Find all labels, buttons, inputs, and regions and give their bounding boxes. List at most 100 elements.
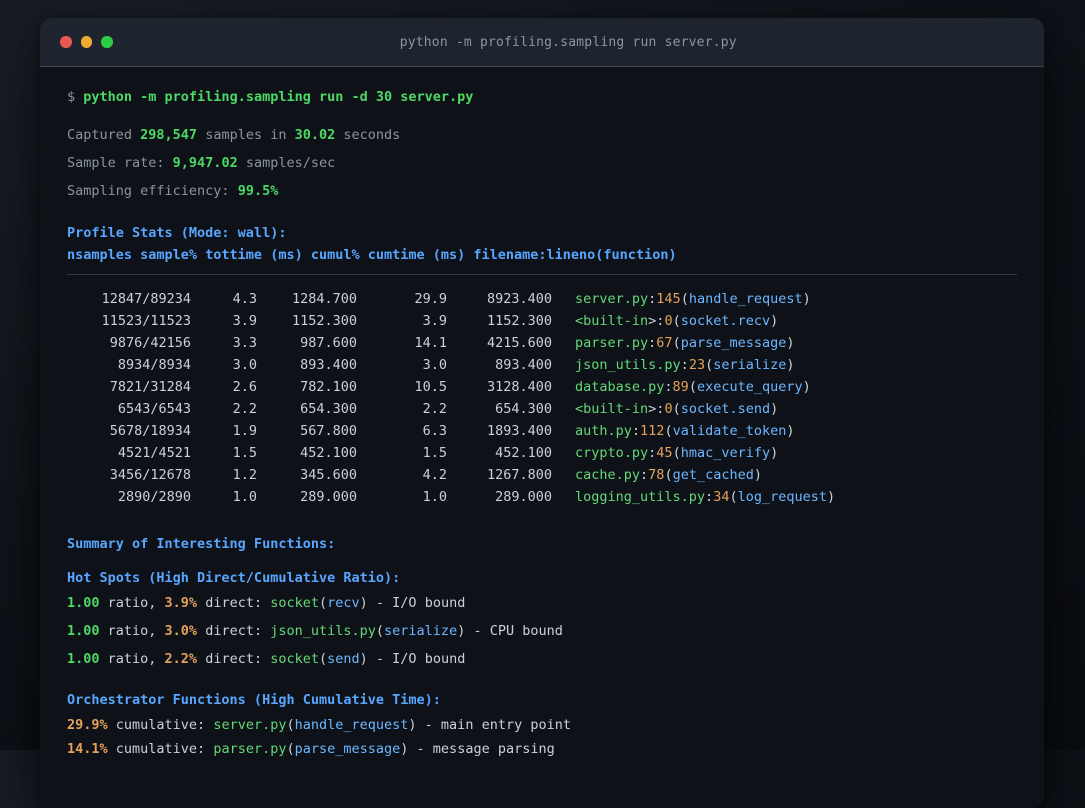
captured-label: Captured: [67, 127, 141, 143]
window-title: python -m profiling.sampling run server.…: [399, 34, 737, 50]
ratio-value: 1.00: [67, 623, 100, 639]
line-number: 34: [713, 489, 730, 505]
line-number: 78: [648, 467, 665, 483]
filename: cache.py: [575, 467, 641, 483]
tottime-cell: 893.400: [300, 357, 357, 373]
nsamples-cell: 6543/6543: [117, 401, 191, 417]
filename: parser.py: [575, 335, 649, 351]
efficiency-value: 99.5%: [237, 183, 279, 199]
cumtime-cell: 452.100: [495, 445, 552, 461]
cumtime-cell: 289.000: [495, 489, 552, 505]
function-name: execute_query: [696, 379, 803, 395]
line-number: 23: [688, 357, 706, 373]
role-note: - message parsing: [408, 741, 555, 757]
bound-note: - I/O bound: [367, 651, 466, 667]
cumul-pct-cell: 29.9: [414, 291, 447, 307]
role-note: - main entry point: [416, 717, 571, 733]
tottime-cell: 782.100: [300, 379, 357, 395]
location-cell: parser.py:67(parse_message): [575, 335, 795, 351]
function-name: serialize: [713, 357, 787, 373]
function-name: recv: [327, 595, 360, 611]
hot-spot-line: 1.00 ratio, 3.9% direct: socket(recv) - …: [67, 595, 466, 611]
sample-pct-cell: 1.2: [232, 467, 257, 483]
profile-row: 8934/8934 3.0 893.400 3.0 893.400 json_utils.…: [67, 354, 1017, 376]
profile-stats-heading: Profile Stats (Mode: wall):: [67, 225, 287, 241]
profile-row: 6543/6543 2.2 654.300 2.2 654.300 <built-in>:…: [67, 398, 1017, 420]
function-name: send: [327, 651, 360, 667]
captured-line: Captured 298,547 samples in 30.02 second…: [67, 124, 1017, 146]
efficiency-line: Sampling efficiency: 99.5%: [67, 180, 1017, 202]
filename: json_utils.py: [575, 357, 681, 373]
direct-pct-value: 3.9%: [164, 595, 198, 611]
filename: logging_utils.py: [575, 489, 706, 505]
hot-spot-line: 1.00 ratio, 3.0% direct: json_utils.py(s…: [67, 623, 563, 639]
orchestrator-line: 29.9% cumulative: server.py(handle_reque…: [67, 717, 571, 733]
summary-heading: Summary of Interesting Functions:: [67, 536, 336, 552]
terminal-output: $ python -m profiling.sampling run -d 30…: [40, 67, 1044, 760]
tottime-cell: 654.300: [300, 401, 357, 417]
profile-row: 4521/4521 1.5 452.100 1.5 452.100 crypto.py:4…: [67, 442, 1017, 464]
profile-row: 7821/31284 2.6 782.100 10.5 3128.400 database…: [67, 376, 1017, 398]
line-number: 45: [656, 445, 673, 461]
filename: crypto.py: [575, 445, 649, 461]
terminal-window: python -m profiling.sampling run server.…: [40, 18, 1044, 808]
profile-table: 12847/89234 4.3 1284.700 29.9 8923.400 server…: [67, 288, 1017, 508]
nsamples-cell: 7821/31284: [109, 379, 191, 395]
close-button[interactable]: [60, 36, 72, 48]
location-cell: auth.py:112(validate_token): [575, 423, 795, 439]
sample-rate-value: 9,947.02: [172, 155, 238, 171]
location-cell: database.py:89(execute_query): [575, 379, 811, 395]
sample-pct-cell: 2.6: [232, 379, 257, 395]
tottime-cell: 1284.700: [291, 291, 357, 307]
profile-row: 11523/11523 3.9 1152.300 3.9 1152.300 <built-…: [67, 310, 1017, 332]
orchestrator-line: 14.1% cumulative: parser.py(parse_messag…: [67, 741, 555, 757]
hot-spot-line: 1.00 ratio, 2.2% direct: socket(send) - …: [67, 651, 466, 667]
cumul-pct-cell: 2.2: [422, 401, 447, 417]
cumul-pct-cell: 3.9: [422, 313, 447, 329]
nsamples-cell: 11523/11523: [101, 313, 191, 329]
location-cell: <built-in>:0(socket.recv): [575, 313, 779, 329]
cumtime-cell: 4215.600: [486, 335, 552, 351]
orchestrators-list: 29.9% cumulative: server.py(handle_reque…: [67, 714, 1017, 760]
cumul-pct-cell: 3.0: [422, 357, 447, 373]
nsamples-cell: 4521/4521: [117, 445, 191, 461]
captured-mid-label: samples in: [197, 127, 295, 143]
sample-pct-cell: 1.5: [232, 445, 257, 461]
target-name: server.py: [213, 717, 287, 733]
tottime-cell: 345.600: [300, 467, 357, 483]
function-name: validate_token: [672, 423, 787, 439]
table-divider: [67, 274, 1017, 275]
profile-row: 5678/18934 1.9 567.800 6.3 1893.400 auth.py:1…: [67, 420, 1017, 442]
target-name: socket: [270, 651, 319, 667]
tottime-cell: 289.000: [300, 489, 357, 505]
command-text: python -m profiling.sampling run -d 30 s…: [83, 89, 474, 105]
orchestrators-heading: Orchestrator Functions (High Cumulative …: [67, 692, 441, 708]
command-line: $ python -m profiling.sampling run -d 30…: [67, 86, 1017, 108]
profile-columns-header: nsamples sample% tottime (ms) cumul% cum…: [67, 247, 677, 263]
cumul-pct-cell: 1.0: [422, 489, 447, 505]
cumul-pct-cell: 6.3: [422, 423, 447, 439]
filename: <built-in: [575, 401, 649, 417]
location-cell: server.py:145(handle_request): [575, 291, 811, 307]
direct-pct-value: 3.0%: [164, 623, 198, 639]
nsamples-cell: 9876/42156: [109, 335, 191, 351]
filename: <built-in: [575, 313, 649, 329]
cumulative-pct-value: 14.1%: [67, 741, 108, 757]
captured-samples-value: 298,547: [140, 127, 198, 143]
ratio-value: 1.00: [67, 651, 100, 667]
hot-spots-list: 1.00 ratio, 3.9% direct: socket(recv) - …: [67, 592, 1017, 670]
minimize-button[interactable]: [80, 36, 92, 48]
target-name: socket: [270, 595, 319, 611]
tottime-cell: 452.100: [300, 445, 357, 461]
sample-pct-cell: 1.9: [232, 423, 257, 439]
captured-suffix-label: seconds: [335, 127, 401, 143]
function-name: handle_request: [688, 291, 803, 307]
filename: auth.py: [575, 423, 632, 439]
efficiency-label: Sampling efficiency:: [67, 183, 238, 199]
line-number: 145: [656, 291, 681, 307]
cumtime-cell: 1152.300: [486, 313, 552, 329]
target-name: json_utils.py: [270, 623, 376, 639]
cumtime-cell: 1893.400: [486, 423, 552, 439]
zoom-button[interactable]: [101, 36, 113, 48]
cumul-pct-cell: 4.2: [422, 467, 447, 483]
